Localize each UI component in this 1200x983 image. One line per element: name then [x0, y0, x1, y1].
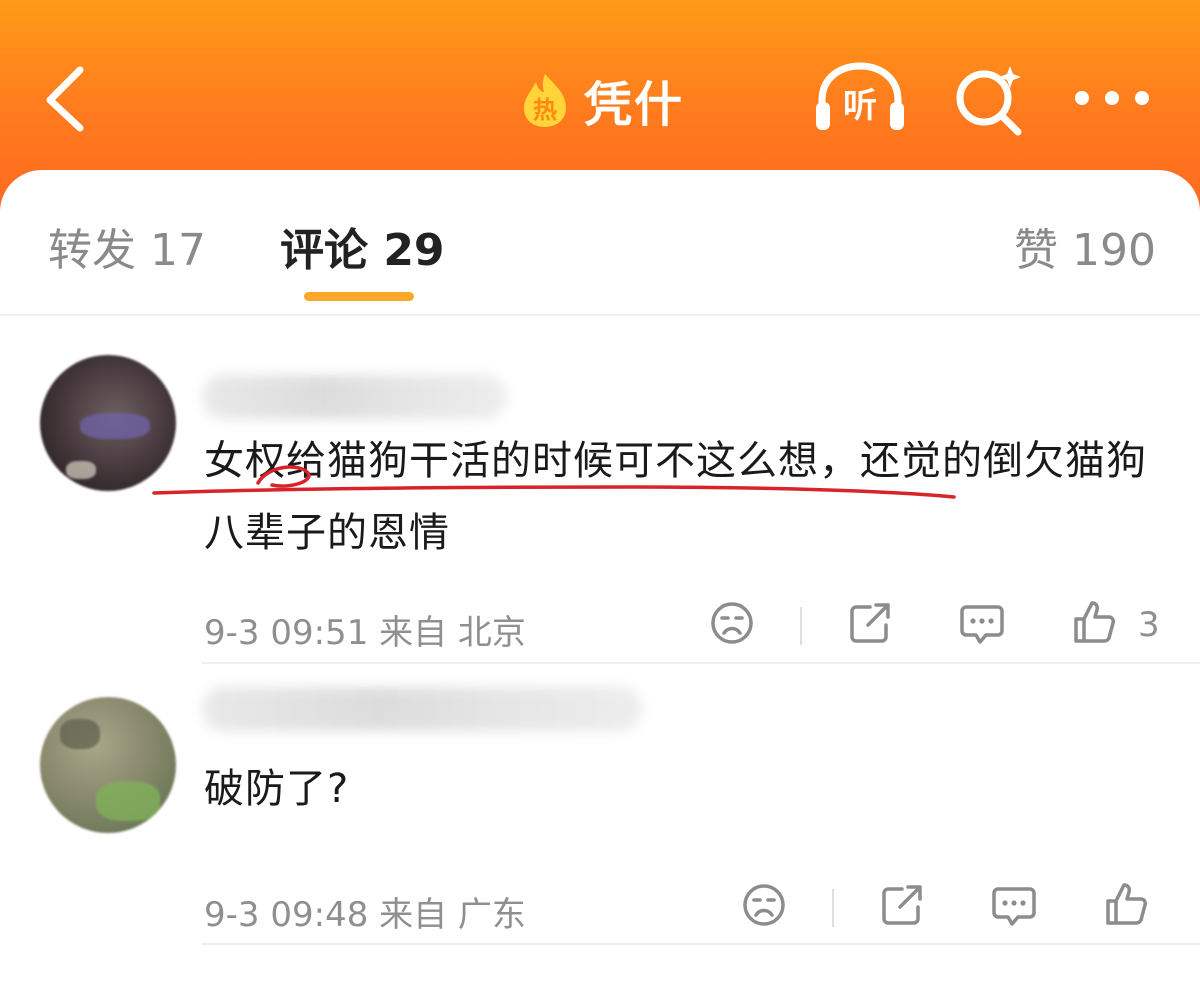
more-dots-icon — [1075, 91, 1149, 105]
topic-badge-label: 热 — [533, 96, 557, 124]
like-thumb-icon[interactable] — [1070, 599, 1118, 647]
tabs-divider — [0, 314, 1200, 316]
comment-item: 破防了? 9-3 09:48 来自 广东 — [0, 665, 1200, 947]
more-button[interactable] — [1072, 84, 1152, 112]
listen-label: 听 — [843, 86, 877, 126]
tab-reposts[interactable]: 转发 17 — [48, 214, 206, 278]
like-count: 3 — [1138, 605, 1160, 645]
tab-likes[interactable]: 赞 190 — [1014, 214, 1156, 278]
username-blurred[interactable] — [202, 687, 642, 731]
topic-title: 凭什 — [584, 77, 685, 133]
dislike-face-icon[interactable] — [740, 881, 788, 929]
comment-meta: 9-3 09:51 来自 北京 — [204, 613, 526, 653]
reply-comment-icon[interactable] — [990, 881, 1038, 929]
back-chevron-icon — [46, 66, 84, 132]
hot-flame-icon: 热 — [520, 72, 570, 128]
comment-text: 女权给猫狗干活的时候可不这么想，还觉的倒欠猫狗八辈子的恩情 — [204, 438, 1147, 556]
search-button[interactable] — [952, 62, 1026, 136]
back-button[interactable] — [38, 62, 98, 134]
search-sparkle-icon — [956, 66, 1022, 136]
share-icon[interactable] — [878, 881, 926, 929]
username-blurred[interactable] — [202, 375, 507, 419]
avatar[interactable] — [40, 355, 176, 491]
comment-divider — [202, 662, 1200, 664]
active-tab-indicator — [304, 292, 414, 301]
comment-text: 破防了? — [204, 766, 350, 812]
tab-comments[interactable]: 评论 29 — [280, 214, 445, 278]
share-icon[interactable] — [846, 599, 894, 647]
like-thumb-icon[interactable] — [1102, 881, 1150, 929]
listen-button[interactable]: 听 — [812, 62, 908, 134]
comment-meta: 9-3 09:48 来自 广东 — [204, 895, 526, 935]
action-separator — [800, 607, 802, 645]
comment-item: 女权给猫狗干活的时候可不这么想，还觉的倒欠猫狗八辈子的恩情 9-3 09:51 … — [0, 345, 1200, 665]
reply-comment-icon[interactable] — [958, 599, 1006, 647]
avatar[interactable] — [40, 697, 176, 833]
comment-divider — [202, 943, 1200, 945]
dislike-face-icon[interactable] — [708, 599, 756, 647]
comments-card: 转发 17 评论 29 赞 190 女权给猫狗干活的时候可不这么想，还觉的倒欠猫… — [0, 170, 1200, 983]
topic-header[interactable]: 热 凭什 — [520, 70, 684, 133]
action-separator — [832, 889, 834, 927]
